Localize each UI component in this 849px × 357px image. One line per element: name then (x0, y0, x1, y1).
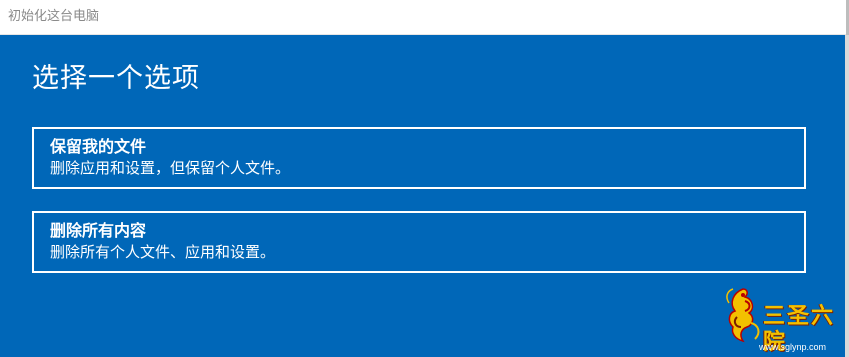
option-title: 删除所有内容 (50, 221, 147, 240)
watermark-logo: 三圣六院 www.sglynp.com (713, 283, 849, 357)
option-title: 保留我的文件 (50, 137, 147, 156)
watermark-url: www.sglynp.com (759, 342, 827, 352)
reset-pc-window: 初始化这台电脑 选择一个选项 保留我的文件 删除应用和设置，但保留个人文件。 删… (0, 0, 849, 357)
keep-my-files-option[interactable]: 保留我的文件 删除应用和设置，但保留个人文件。 (32, 127, 806, 189)
window-title: 初始化这台电脑 (8, 9, 100, 24)
remove-everything-option[interactable]: 删除所有内容 删除所有个人文件、应用和设置。 (32, 211, 806, 273)
page-heading: 选择一个选项 (32, 63, 200, 94)
options-panel: 选择一个选项 保留我的文件 删除应用和设置，但保留个人文件。 删除所有内容 删除… (0, 35, 849, 357)
option-description: 删除应用和设置，但保留个人文件。 (50, 159, 291, 177)
option-description: 删除所有个人文件、应用和设置。 (50, 243, 276, 261)
title-bar: 初始化这台电脑 (0, 0, 849, 35)
phoenix-emblem-icon (726, 288, 760, 343)
